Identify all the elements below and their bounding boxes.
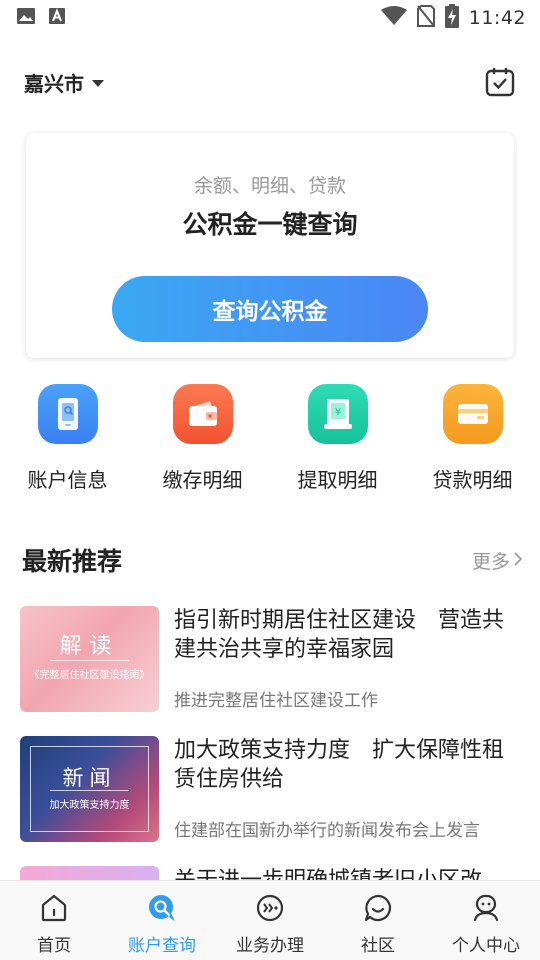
battery-charging-icon bbox=[444, 4, 459, 32]
status-time: 11:42 bbox=[468, 7, 526, 29]
news-summary: 住建部在国新办举行的新闻发布会上发言 bbox=[174, 821, 480, 841]
thumb-subtitle: 《完整居住社区建设指南》 bbox=[29, 670, 150, 681]
chat-icon bbox=[363, 893, 393, 923]
chevron-right-icon bbox=[514, 549, 523, 571]
thumb-title: 解读 bbox=[59, 634, 120, 659]
wallet-icon bbox=[172, 384, 233, 444]
news-item[interactable]: 解读 《完整居住社区建设指南》 指引新时期居住社区建设 营造共建共治共享的幸福家… bbox=[20, 606, 520, 712]
top-bar: 嘉兴市 bbox=[0, 56, 540, 108]
thumb-subtitle: 加大政策支持力度 bbox=[49, 800, 130, 811]
business-icon bbox=[255, 893, 285, 923]
service-label: 缴存明细 bbox=[162, 468, 243, 492]
nav-profile[interactable]: 个人中心 bbox=[432, 881, 540, 960]
news-title: 加大政策支持力度 扩大保障性租赁住房供给 bbox=[174, 738, 505, 792]
caret-down-icon bbox=[92, 73, 104, 92]
nav-account-query[interactable]: 账户查询 bbox=[108, 881, 216, 960]
news-item[interactable]: 新闻 加大政策支持力度 加大政策支持力度 扩大保障性租赁住房供给 住建部在国新办… bbox=[20, 736, 520, 842]
image-icon bbox=[16, 7, 36, 29]
query-card: 余额、明细、贷款 公积金一键查询 查询公积金 bbox=[26, 133, 514, 358]
news-thumbnail: 新闻 加大政策支持力度 bbox=[20, 736, 159, 842]
wifi-icon bbox=[380, 6, 407, 30]
service-label: 账户信息 bbox=[27, 468, 108, 492]
recommend-header: 最新推荐 更多 bbox=[22, 540, 523, 580]
service-label: 贷款明细 bbox=[432, 468, 513, 492]
more-label: 更多 bbox=[471, 550, 510, 573]
card-icon bbox=[442, 384, 503, 444]
home-icon bbox=[39, 893, 69, 923]
status-bar: 11:42 bbox=[0, 0, 540, 36]
nav-label: 个人中心 bbox=[452, 936, 520, 956]
more-link[interactable]: 更多 bbox=[471, 547, 523, 574]
text-a-icon bbox=[48, 7, 66, 29]
nav-label: 首页 bbox=[37, 936, 71, 956]
service-loan-detail[interactable]: 贷款明细 bbox=[405, 384, 540, 504]
service-withdraw-detail[interactable]: ¥ 提取明细 bbox=[270, 384, 405, 504]
nav-label: 社区 bbox=[361, 936, 395, 956]
query-fund-button[interactable]: 查询公积金 bbox=[112, 276, 428, 342]
bottom-nav: 首页 账户查询 业务办理 社区 个人中心 bbox=[0, 880, 540, 960]
query-title: 公积金一键查询 bbox=[182, 210, 358, 239]
news-thumbnail: 解读 《完整居住社区建设指南》 bbox=[20, 606, 159, 712]
city-name: 嘉兴市 bbox=[24, 71, 84, 96]
service-label: 提取明细 bbox=[297, 468, 378, 492]
nav-home[interactable]: 首页 bbox=[0, 881, 108, 960]
svg-text:¥: ¥ bbox=[334, 407, 340, 418]
nav-label: 账户查询 bbox=[128, 936, 196, 956]
service-grid: 账户信息 缴存明细 ¥ 提取明细 贷款明细 bbox=[0, 384, 540, 504]
news-summary: 推进完整居住社区建设工作 bbox=[174, 691, 378, 711]
nav-community[interactable]: 社区 bbox=[324, 881, 432, 960]
nav-business[interactable]: 业务办理 bbox=[216, 881, 324, 960]
thumb-title: 新闻 bbox=[62, 766, 117, 790]
section-title: 最新推荐 bbox=[22, 547, 123, 576]
no-sim-icon bbox=[416, 5, 435, 31]
city-selector[interactable]: 嘉兴市 bbox=[24, 68, 104, 97]
search-bubble-icon bbox=[147, 893, 177, 923]
checklist-icon[interactable] bbox=[484, 66, 516, 98]
profile-icon bbox=[471, 893, 501, 923]
nav-label: 业务办理 bbox=[236, 936, 304, 956]
service-deposit-detail[interactable]: 缴存明细 bbox=[135, 384, 270, 504]
news-title: 指引新时期居住社区建设 营造共建共治共享的幸福家园 bbox=[174, 608, 505, 662]
query-subtitle: 余额、明细、贷款 bbox=[193, 175, 346, 197]
yuan-withdraw-icon: ¥ bbox=[307, 384, 368, 444]
phone-account-icon bbox=[37, 384, 98, 444]
service-account-info[interactable]: 账户信息 bbox=[0, 384, 135, 504]
